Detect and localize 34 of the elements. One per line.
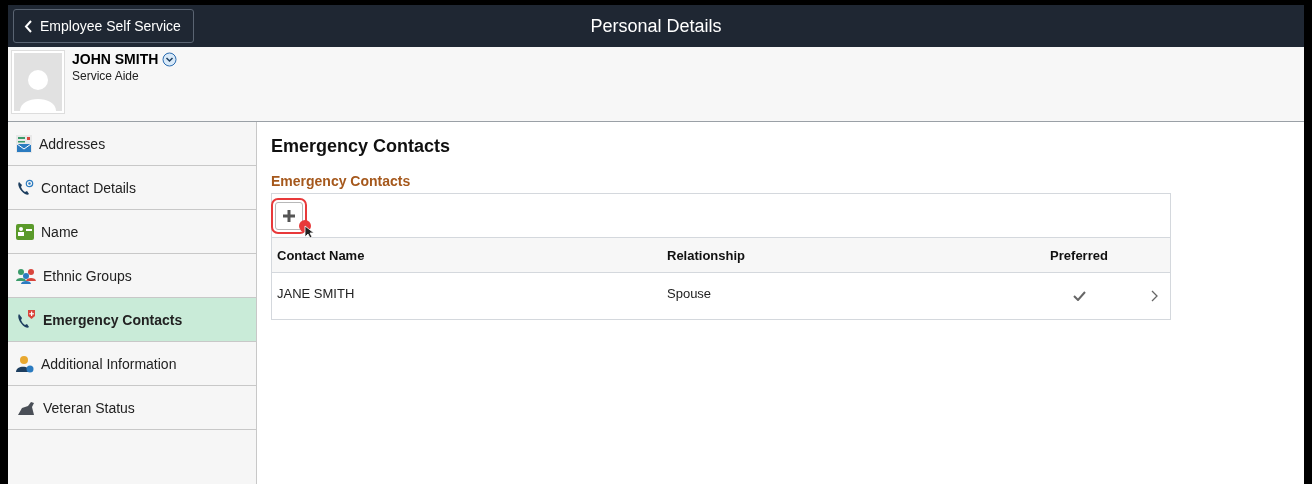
sidebar-item[interactable]: Name [8, 210, 256, 254]
table-cell-text: Spouse [666, 285, 713, 303]
dropdown-icon[interactable] [162, 51, 178, 67]
people-group-icon [16, 267, 36, 284]
avatar-placeholder [12, 51, 64, 113]
chevron-left-icon [24, 19, 32, 33]
sidebar-item-label: Emergency Contacts [43, 311, 183, 328]
sidebar-item[interactable]: Addresses [8, 122, 256, 166]
chevron-right-icon[interactable] [1151, 290, 1158, 302]
column-header: Relationship [666, 247, 746, 263]
job-title: Service Aide [72, 69, 140, 83]
column-header: Preferred [1049, 247, 1109, 263]
column-header: Contact Name [276, 247, 366, 263]
table-cell-text: JANE SMITH [276, 285, 356, 303]
plus-icon [282, 208, 296, 223]
sidebar-item[interactable]: Veteran Status [8, 386, 256, 430]
content-title: Emergency Contacts [271, 136, 452, 157]
sidebar-item-label: Additional Information [41, 355, 177, 372]
person-info-icon [16, 354, 34, 373]
sidebar-item-label: Veteran Status [43, 399, 135, 416]
sidebar-item[interactable]: Additional Information [8, 342, 256, 386]
sidebar-item-label: Addresses [39, 135, 106, 152]
sidebar-item[interactable]: Contact Details [8, 166, 256, 210]
sidebar-item-label: Contact Details [41, 179, 136, 196]
address-card-icon [16, 134, 32, 153]
section-title: Emergency Contacts [271, 173, 412, 189]
sidebar-item-label: Ethnic Groups [43, 267, 132, 284]
employee-name: JOHN SMITH [72, 51, 159, 67]
sidebar-item[interactable]: Emergency Contacts [8, 298, 256, 342]
back-button[interactable]: Employee Self Service [13, 9, 194, 43]
phone-cross-icon [16, 309, 36, 330]
sidebar-item-label: Name [41, 223, 79, 240]
id-card-icon [16, 223, 34, 240]
page-title: Personal Details [590, 15, 722, 36]
